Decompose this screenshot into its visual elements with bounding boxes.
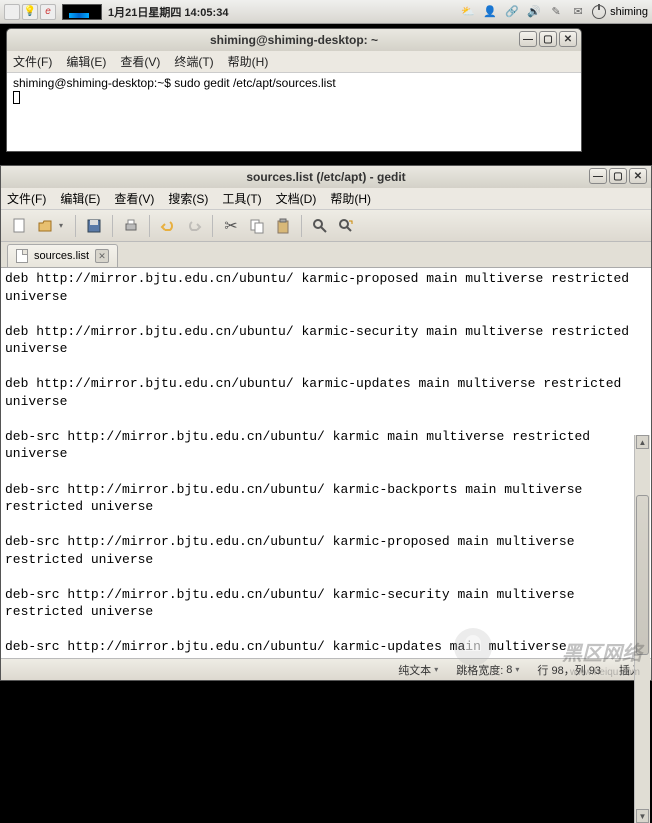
desktop-taskbar: 💡 e 1月21日星期四 14:05:34 ⛅ 👤 🔗 🔊 ✎ ✉ shimin… — [0, 0, 652, 24]
open-dropdown[interactable]: ▾ — [59, 221, 69, 230]
paste-button[interactable] — [271, 214, 295, 238]
gedit-window: sources.list (/etc/apt) - gedit — ▢ ✕ 文件… — [0, 165, 652, 681]
gedit-title: sources.list (/etc/apt) - gedit — [246, 170, 405, 184]
power-icon — [592, 5, 606, 19]
editor-textarea[interactable]: deb http://mirror.bjtu.edu.cn/ubuntu/ ka… — [1, 268, 651, 658]
maximize-button[interactable]: ▢ — [609, 168, 627, 184]
taskbar-clock[interactable]: 1月21日星期四 14:05:34 — [108, 4, 228, 20]
menu-file[interactable]: 文件(F) — [7, 190, 46, 207]
minimize-button[interactable]: — — [519, 31, 537, 47]
menu-file[interactable]: 文件(F) — [13, 53, 52, 70]
find-button[interactable] — [308, 214, 332, 238]
menu-tools[interactable]: 工具(T) — [222, 190, 261, 207]
tray-icon-1[interactable] — [4, 4, 20, 20]
status-tabwidth[interactable]: 跳格宽度: 8 ▾ — [456, 662, 519, 678]
maximize-button[interactable]: ▢ — [539, 31, 557, 47]
tab-close-button[interactable]: ✕ — [95, 249, 109, 263]
open-button[interactable] — [33, 214, 57, 238]
close-button[interactable]: ✕ — [559, 31, 577, 47]
gedit-menubar: 文件(F) 编辑(E) 查看(V) 搜索(S) 工具(T) 文档(D) 帮助(H… — [1, 188, 651, 210]
new-file-button[interactable] — [7, 214, 31, 238]
undo-button[interactable] — [156, 214, 180, 238]
menu-terminal[interactable]: 终端(T) — [174, 53, 213, 70]
menu-view[interactable]: 查看(V) — [114, 190, 154, 207]
menu-help[interactable]: 帮助(H) — [228, 53, 269, 70]
menu-search[interactable]: 搜索(S) — [168, 190, 208, 207]
terminal-body[interactable]: shiming@shiming-desktop:~$ sudo gedit /e… — [7, 73, 581, 151]
cut-button[interactable]: ✂ — [219, 214, 243, 238]
menu-documents[interactable]: 文档(D) — [276, 190, 317, 207]
find-replace-button[interactable] — [334, 214, 358, 238]
weather-icon[interactable]: ⛅ — [460, 5, 476, 19]
terminal-titlebar[interactable]: shiming@shiming-desktop: ~ — ▢ ✕ — [7, 29, 581, 51]
user-status-icon[interactable]: 👤 — [482, 5, 498, 19]
mail-icon[interactable]: ✉ — [570, 5, 586, 19]
menu-view[interactable]: 查看(V) — [120, 53, 160, 70]
username-label: shiming — [610, 6, 648, 18]
scroll-up-button[interactable]: ▲ — [636, 435, 649, 449]
print-button[interactable] — [119, 214, 143, 238]
cpu-monitor-icon[interactable] — [62, 4, 102, 20]
scrollbar-thumb[interactable] — [636, 495, 649, 655]
menu-edit[interactable]: 编辑(E) — [66, 53, 106, 70]
gedit-tabbar: sources.list ✕ — [1, 242, 651, 268]
close-button[interactable]: ✕ — [629, 168, 647, 184]
terminal-prompt: shiming@shiming-desktop:~$ — [13, 76, 174, 90]
user-menu[interactable]: shiming — [592, 5, 648, 19]
minimize-button[interactable]: — — [589, 168, 607, 184]
terminal-menubar: 文件(F) 编辑(E) 查看(V) 终端(T) 帮助(H) — [7, 51, 581, 73]
edit-icon[interactable]: ✎ — [548, 5, 564, 19]
status-syntax[interactable]: 纯文本 ▾ — [398, 662, 438, 678]
volume-icon[interactable]: 🔊 — [526, 5, 542, 19]
terminal-title: shiming@shiming-desktop: ~ — [210, 33, 378, 47]
gedit-titlebar[interactable]: sources.list (/etc/apt) - gedit — ▢ ✕ — [1, 166, 651, 188]
tray-icon-2[interactable]: 💡 — [22, 4, 38, 20]
network-icon[interactable]: 🔗 — [504, 5, 520, 19]
status-position: 行 98，列 93 — [537, 662, 601, 678]
menu-help[interactable]: 帮助(H) — [330, 190, 371, 207]
redo-button[interactable] — [182, 214, 206, 238]
menu-edit[interactable]: 编辑(E) — [60, 190, 100, 207]
tray-icon-3[interactable]: e — [40, 4, 56, 20]
gedit-statusbar: 纯文本 ▾ 跳格宽度: 8 ▾ 行 98，列 93 插入 — [1, 658, 651, 680]
vertical-scrollbar[interactable]: ▲ ▼ — [634, 435, 650, 823]
terminal-window: shiming@shiming-desktop: ~ — ▢ ✕ 文件(F) 编… — [6, 28, 582, 152]
terminal-cursor — [13, 91, 20, 104]
save-button[interactable] — [82, 214, 106, 238]
tab-label: sources.list — [34, 250, 89, 262]
tab-sources-list[interactable]: sources.list ✕ — [7, 244, 118, 267]
scroll-down-button[interactable]: ▼ — [636, 809, 649, 823]
gedit-toolbar: ▾ ✂ — [1, 210, 651, 242]
terminal-command: sudo gedit /etc/apt/sources.list — [174, 76, 335, 90]
document-icon — [16, 249, 28, 263]
copy-button[interactable] — [245, 214, 269, 238]
